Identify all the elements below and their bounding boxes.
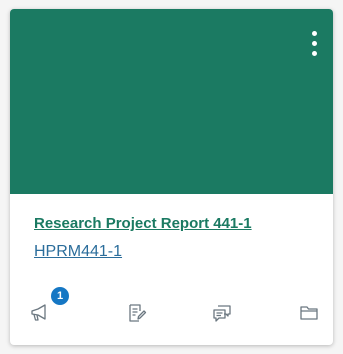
assignments-button[interactable] xyxy=(123,299,151,327)
kebab-menu-icon[interactable] xyxy=(309,31,319,61)
course-title-link[interactable]: Research Project Report 441-1 xyxy=(34,215,252,232)
folder-icon xyxy=(300,306,318,320)
discussions-button[interactable] xyxy=(208,299,236,327)
unread-count-badge: 1 xyxy=(51,287,69,305)
announcements-button[interactable]: 1 xyxy=(25,287,69,327)
assignment-edit-icon xyxy=(129,304,147,322)
discussion-icon xyxy=(213,305,231,322)
course-code-link[interactable]: HPRM441-1 xyxy=(34,243,122,261)
megaphone-icon xyxy=(31,304,46,321)
course-card-actions: 1 xyxy=(10,287,333,329)
files-button[interactable] xyxy=(295,299,323,327)
course-card: Research Project Report 441-1 HPRM441-1 … xyxy=(10,9,333,345)
course-card-header[interactable] xyxy=(10,9,333,194)
